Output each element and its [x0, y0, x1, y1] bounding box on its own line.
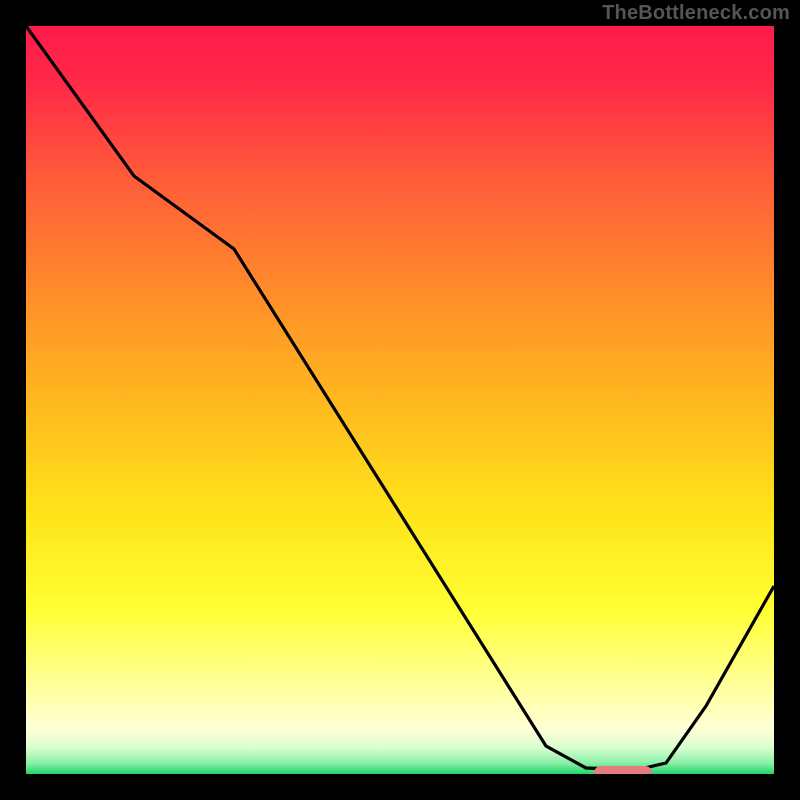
- plot-svg: [26, 26, 774, 774]
- plot-area: [26, 26, 774, 774]
- chart-frame: TheBottleneck.com: [0, 0, 800, 800]
- optimal-marker: [594, 766, 652, 774]
- watermark-text: TheBottleneck.com: [602, 2, 790, 25]
- heat-background: [26, 26, 774, 774]
